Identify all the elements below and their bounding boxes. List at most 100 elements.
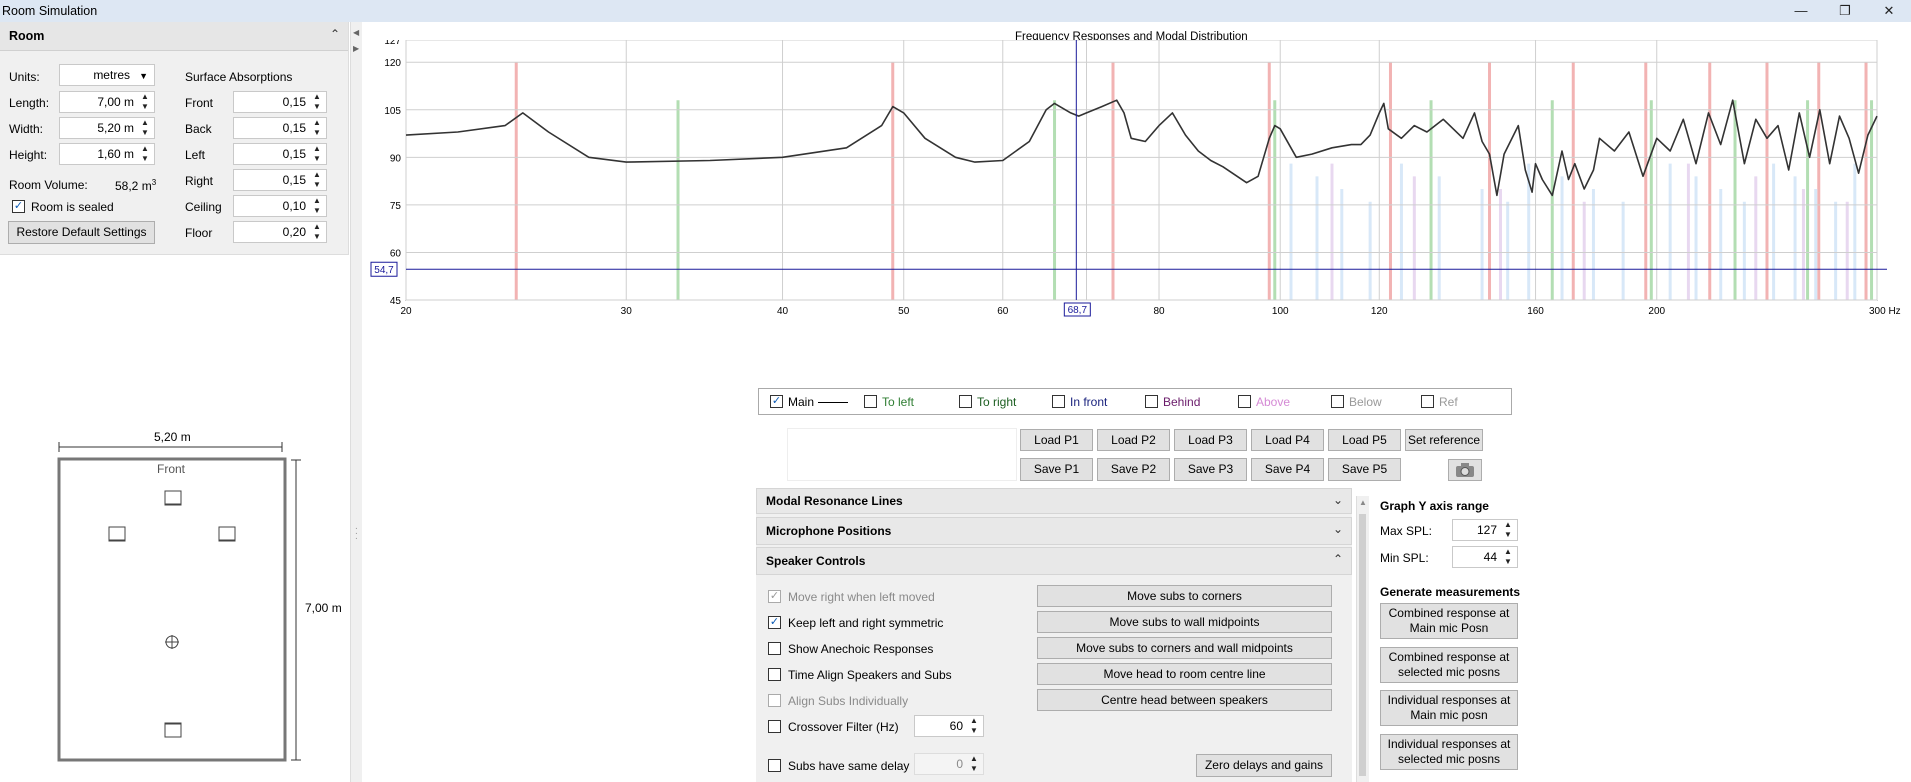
save-button-1[interactable]: Save P1 (1020, 458, 1093, 481)
spin-arrows-icon[interactable]: ▲ ▼ (139, 92, 151, 112)
legend-label: To left (882, 395, 915, 409)
surface-value: 0,15 (282, 173, 306, 187)
speaker-front-icon (164, 490, 182, 506)
minimize-icon[interactable]: — (1779, 0, 1823, 22)
max-spl-input[interactable]: 127 ▲ ▼ (1452, 519, 1518, 541)
microphone-positions-section[interactable]: Microphone Positions ⌄ (756, 517, 1352, 545)
load-button-2[interactable]: Load P2 (1097, 429, 1170, 451)
generate-button-3[interactable]: Individual responses at Main mic posn (1380, 690, 1518, 726)
speaker-action-button-2[interactable]: Move subs to wall midpoints (1037, 611, 1332, 633)
legend-checkbox-below[interactable] (1331, 395, 1344, 408)
speaker-check-label: Align Subs Individually (788, 694, 909, 708)
frequency-chart[interactable]: 20 30 40 50 60 80 100 120 160 200 300 Hz 45 60 75 90 10… (362, 40, 1911, 320)
spin-arrows-icon[interactable]: ▲ ▼ (311, 144, 323, 164)
modal-resonance-section[interactable]: Modal Resonance Lines ⌄ (756, 488, 1352, 514)
spin-arrows-icon[interactable]: ▲ ▼ (311, 118, 323, 138)
y-tick-label: 105 (384, 106, 401, 117)
load-button-3[interactable]: Load P3 (1174, 429, 1247, 451)
surface-label-left: Left (185, 148, 206, 162)
surface-input-right[interactable]: 0,15 ▲ ▼ (233, 169, 327, 191)
speaker-action-button-1[interactable]: Move subs to corners (1037, 585, 1332, 607)
spin-arrows-icon[interactable]: ▲ ▼ (1502, 520, 1514, 540)
speaker-action-button-4[interactable]: Move head to room centre line (1037, 663, 1332, 685)
crossover-input[interactable]: 60 ▲ ▼ (914, 715, 984, 737)
spin-arrows-icon[interactable]: ▲ ▼ (311, 196, 323, 216)
speaker-checkbox-1[interactable]: ✓ (768, 590, 781, 603)
load-button-6[interactable]: Set reference (1405, 429, 1483, 451)
expand-icon[interactable]: ⌄ (1333, 522, 1343, 536)
room-panel-header[interactable]: Room ⌃ (0, 22, 348, 51)
surface-input-back[interactable]: 0,15 ▲ ▼ (233, 117, 327, 139)
legend-checkbox-above[interactable] (1238, 395, 1251, 408)
length-label: Length: (9, 96, 50, 110)
speaker-checkbox-5[interactable] (768, 694, 781, 707)
zero-delays-button[interactable]: Zero delays and gains (1196, 754, 1332, 777)
close-icon[interactable]: ✕ (1867, 0, 1911, 22)
collapse-icon[interactable]: ⌃ (1333, 552, 1343, 566)
restore-icon[interactable]: ❐ (1823, 0, 1867, 22)
load-button-4[interactable]: Load P4 (1251, 429, 1324, 451)
load-button-5[interactable]: Load P5 (1328, 429, 1401, 451)
sub-rear-icon (164, 722, 182, 738)
camera-button[interactable] (1448, 459, 1482, 481)
spin-arrows-icon[interactable]: ▲ ▼ (139, 118, 151, 138)
save-button-2[interactable]: Save P2 (1097, 458, 1170, 481)
speaker-action-button-5[interactable]: Centre head between speakers (1037, 689, 1332, 711)
save-button-5[interactable]: Save P5 (1328, 458, 1401, 481)
legend-checkbox-behind[interactable] (1145, 395, 1158, 408)
speaker-checkbox-2[interactable]: ✓ (768, 616, 781, 629)
x-tick-label: 60 (997, 306, 1009, 317)
legend-checkbox-main[interactable]: ✓ (770, 395, 783, 408)
controls-scrollbar[interactable]: ▲ (1356, 496, 1369, 782)
room-sealed-checkbox[interactable]: ✓ (12, 200, 25, 213)
surface-input-ceiling[interactable]: 0,10 ▲ ▼ (233, 195, 327, 217)
save-button-3[interactable]: Save P3 (1174, 458, 1247, 481)
spin-arrows-icon[interactable]: ▲ ▼ (311, 170, 323, 190)
right-arrow-icon[interactable]: ▶ (353, 44, 359, 53)
restore-defaults-button[interactable]: Restore Default Settings (8, 221, 155, 244)
length-input[interactable]: 7,00 m ▲ ▼ (59, 91, 155, 113)
legend-checkbox-in-front[interactable] (1052, 395, 1065, 408)
scroll-thumb[interactable] (1359, 514, 1366, 776)
surface-input-floor[interactable]: 0,20 ▲ ▼ (233, 221, 327, 243)
spin-arrows-icon[interactable]: ▲ ▼ (968, 754, 980, 774)
section-title: Microphone Positions (766, 524, 892, 538)
units-select[interactable]: metres ▼ (59, 64, 155, 86)
spin-arrows-icon[interactable]: ▲ ▼ (139, 144, 151, 164)
generate-button-4[interactable]: Individual responses at selected mic posn… (1380, 734, 1518, 770)
generate-button-line2: selected mic posns (1397, 665, 1501, 679)
grip-icon[interactable]: ... (355, 522, 358, 542)
units-label: Units: (9, 70, 40, 84)
spin-arrows-icon[interactable]: ▲ ▼ (311, 222, 323, 242)
speaker-checkbox-7[interactable] (768, 759, 781, 772)
surface-input-front[interactable]: 0,15 ▲ ▼ (233, 91, 327, 113)
spin-arrows-icon[interactable]: ▲ ▼ (968, 716, 980, 736)
height-input[interactable]: 1,60 m ▲ ▼ (59, 143, 155, 165)
delay-input[interactable]: 0 ▲ ▼ (914, 753, 984, 775)
x-tick-label: 100 (1272, 306, 1289, 317)
length-value: 7,00 m (97, 95, 134, 109)
left-arrow-icon[interactable]: ◀ (353, 28, 359, 37)
generate-button-2[interactable]: Combined response at selected mic posns (1380, 647, 1518, 683)
legend-checkbox-to-right[interactable] (959, 395, 972, 408)
speaker-action-button-3[interactable]: Move subs to corners and wall midpoints (1037, 637, 1332, 659)
generate-button-1[interactable]: Combined response at Main mic Posn (1380, 603, 1518, 639)
save-button-4[interactable]: Save P4 (1251, 458, 1324, 481)
min-spl-input[interactable]: 44 ▲ ▼ (1452, 546, 1518, 568)
expand-icon[interactable]: ⌄ (1333, 493, 1343, 507)
surface-input-left[interactable]: 0,15 ▲ ▼ (233, 143, 327, 165)
speaker-controls-section[interactable]: Speaker Controls ⌃ (756, 547, 1352, 575)
speaker-checkbox-3[interactable] (768, 642, 781, 655)
min-spl-label: Min SPL: (1380, 551, 1429, 565)
collapse-icon[interactable]: ⌃ (330, 27, 340, 41)
scroll-up-icon[interactable]: ▲ (1359, 498, 1367, 507)
section-title: Modal Resonance Lines (766, 494, 903, 508)
legend-checkbox-to-left[interactable] (864, 395, 877, 408)
width-input[interactable]: 5,20 m ▲ ▼ (59, 117, 155, 139)
speaker-checkbox-6[interactable] (768, 720, 781, 733)
legend-checkbox-ref[interactable] (1421, 395, 1434, 408)
spin-arrows-icon[interactable]: ▲ ▼ (311, 92, 323, 112)
spin-arrows-icon[interactable]: ▲ ▼ (1502, 547, 1514, 567)
load-button-1[interactable]: Load P1 (1020, 429, 1093, 451)
speaker-checkbox-4[interactable] (768, 668, 781, 681)
